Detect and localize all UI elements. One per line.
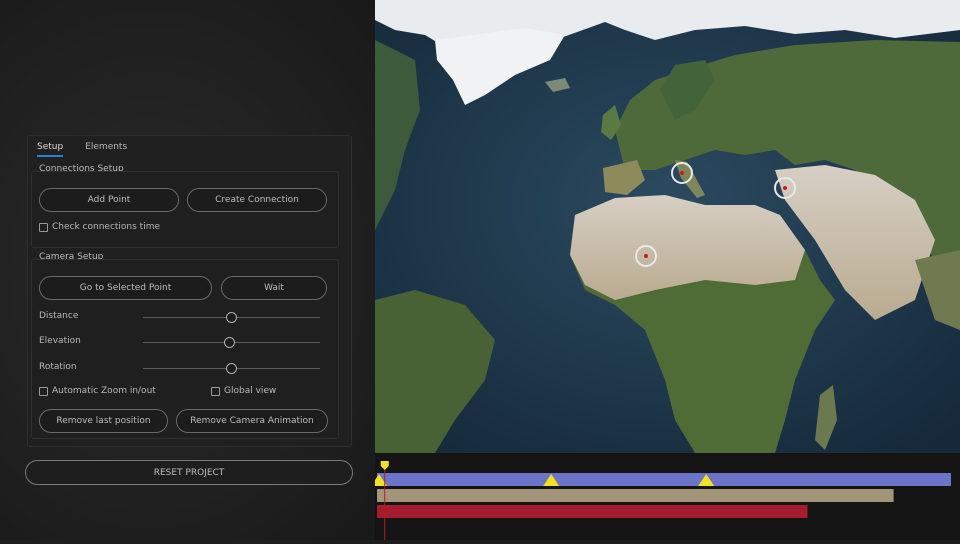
automatic-zoom-checkbox[interactable] <box>39 386 48 396</box>
add-point-button[interactable]: Add Point <box>39 188 179 212</box>
timeline-canvas[interactable] <box>371 453 960 540</box>
track-connections[interactable] <box>377 489 894 502</box>
remove-camera-animation-button[interactable]: Remove Camera Animation <box>176 409 328 433</box>
tab-bar: Setup Elements <box>37 142 127 157</box>
global-view-label: Global view <box>224 386 277 396</box>
global-view-row[interactable]: Global view <box>211 386 276 396</box>
remove-last-position-button[interactable]: Remove last position <box>39 409 168 433</box>
tab-elements[interactable]: Elements <box>85 142 127 157</box>
automatic-zoom-row[interactable]: Automatic Zoom in/out <box>39 386 156 396</box>
tab-setup[interactable]: Setup <box>37 142 64 157</box>
check-connections-time-row[interactable]: Check connections time <box>39 222 160 232</box>
automatic-zoom-label: Automatic Zoom in/out <box>52 386 156 396</box>
map-viewport[interactable] <box>375 0 960 453</box>
distance-slider-knob[interactable] <box>226 312 237 323</box>
wait-button[interactable]: Wait <box>221 276 327 300</box>
reset-project-button[interactable]: RESET PROJECT <box>25 460 353 485</box>
global-view-checkbox[interactable] <box>211 386 220 396</box>
settings-panel: Setup Elements Connections Setup Add Poi… <box>27 135 352 447</box>
world-map <box>375 0 960 453</box>
check-connections-time-label: Check connections time <box>52 222 161 232</box>
playhead-handle[interactable] <box>380 461 389 470</box>
track-points[interactable] <box>377 505 808 518</box>
track-camera[interactable] <box>377 473 951 486</box>
distance-label: Distance <box>39 311 79 321</box>
create-connection-button[interactable]: Create Connection <box>187 188 327 212</box>
rotation-slider-knob[interactable] <box>226 363 237 374</box>
timeline[interactable] <box>371 453 960 540</box>
go-to-selected-point-button[interactable]: Go to Selected Point <box>39 276 212 300</box>
elevation-label: Elevation <box>39 336 81 346</box>
rotation-label: Rotation <box>39 362 77 372</box>
check-connections-time-checkbox[interactable] <box>39 222 48 232</box>
